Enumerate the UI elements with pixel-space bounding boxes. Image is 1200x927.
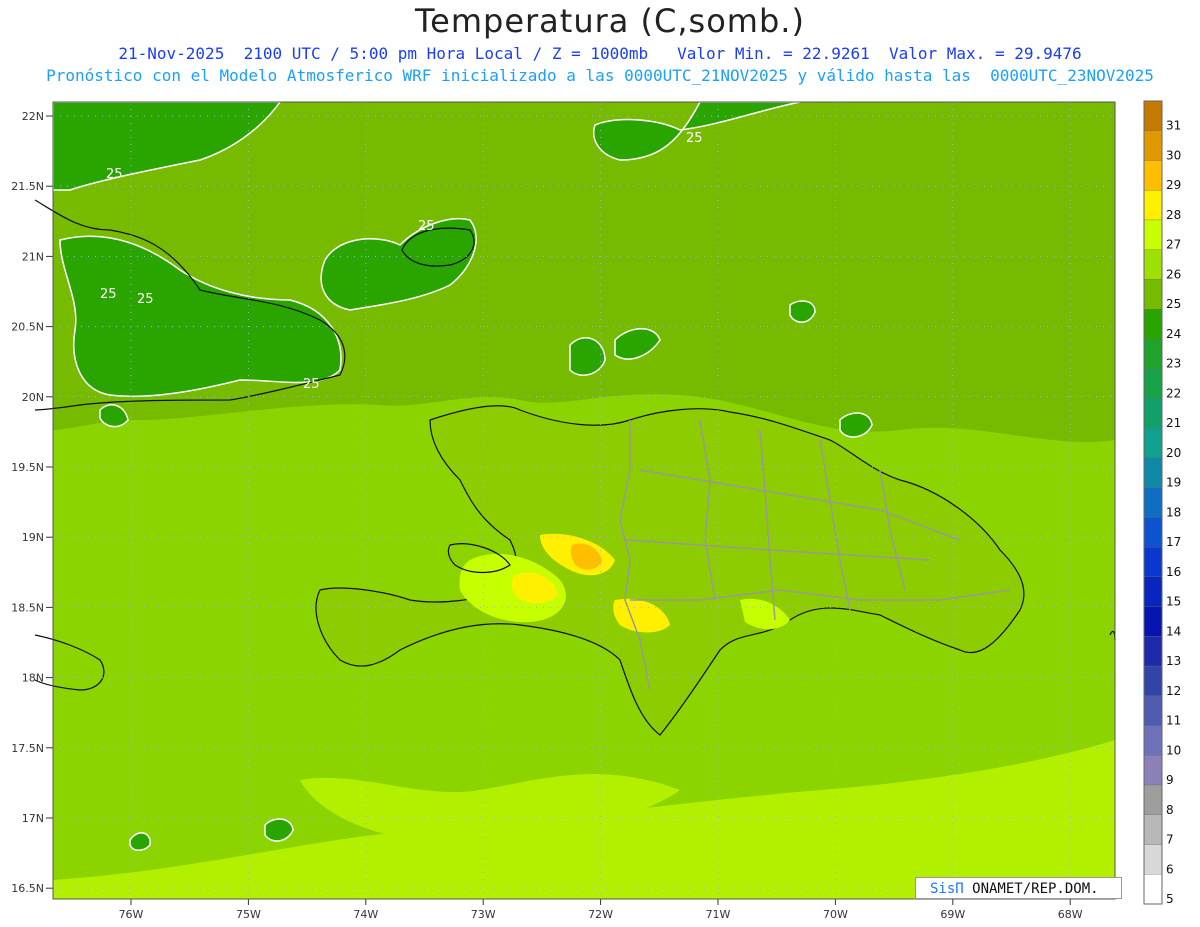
colorbar-tick-18: 18	[1166, 505, 1181, 519]
lon-label-5: 71W	[706, 908, 731, 921]
colorbar-swatch	[1143, 606, 1163, 637]
credit-box: SisΠ ONAMET/REP.DOM.	[915, 877, 1122, 899]
colorbar-tick-27: 27	[1166, 238, 1181, 252]
lat-label-4: 20N	[22, 391, 44, 404]
contour-label-5: 25	[418, 219, 435, 234]
lat-label-2: 21N	[22, 250, 44, 263]
colorbar-tick-29: 29	[1166, 178, 1181, 192]
longitude-labels: 76W 75W 74W 73W 72W 71W 70W 69W 68W	[119, 899, 1083, 921]
colorbar-tick-28: 28	[1166, 208, 1181, 222]
colorbar-swatch	[1143, 725, 1163, 756]
colorbar-swatch	[1143, 368, 1163, 399]
lon-label-3: 73W	[471, 908, 496, 921]
lon-label-4: 72W	[588, 908, 613, 921]
colorbar-swatch	[1143, 427, 1163, 459]
colorbar-swatch	[1143, 576, 1163, 607]
contour-label-1: 25	[106, 167, 123, 182]
latitude-labels: 22N 21.5N 21N 20.5N 20N 19.5N 19N 18.5N 18N 17.5N…	[11, 110, 53, 895]
colorbar-tick-21: 21	[1166, 416, 1181, 430]
lat-label-0: 22N	[22, 110, 44, 123]
lat-label-1: 21.5N	[11, 180, 44, 193]
colorbar-tick-11: 11	[1166, 714, 1181, 728]
lon-label-8: 68W	[1058, 908, 1083, 921]
colorbar-swatch	[1143, 100, 1163, 131]
cool-spot-3	[789, 300, 816, 323]
colorbar-swatch	[1143, 190, 1163, 221]
contour-label-4: 25	[303, 377, 320, 392]
colorbar-tick-9: 9	[1166, 773, 1174, 787]
colorbar-tick-8: 8	[1166, 803, 1174, 817]
lat-label-7: 18.5N	[11, 601, 44, 614]
lat-label-6: 19N	[22, 531, 44, 544]
colorbar-tick-25: 25	[1166, 297, 1181, 311]
colorbar-tick-22: 22	[1166, 386, 1181, 400]
lat-label-3: 20.5N	[11, 321, 44, 334]
colorbar-tick-19: 19	[1166, 476, 1181, 490]
colorbar-tick-23: 23	[1166, 357, 1181, 371]
lon-label-7: 69W	[940, 908, 965, 921]
contour-label-3: 25	[137, 292, 154, 307]
colorbar-swatch	[1143, 130, 1163, 161]
colorbar-swatch	[1143, 695, 1163, 726]
credit-brand: SisΠ	[930, 881, 964, 897]
colorbar-swatch	[1143, 219, 1163, 250]
colorbar-swatch	[1143, 160, 1163, 191]
lat-label-9: 17.5N	[11, 742, 44, 755]
colorbar-swatch	[1143, 665, 1163, 696]
colorbar-swatch	[1143, 636, 1163, 667]
lat-label-5: 19.5N	[11, 461, 44, 474]
colorbar-swatch	[1143, 844, 1163, 875]
lat-label-11: 16.5N	[11, 882, 44, 895]
colorbar-swatch	[1143, 457, 1163, 488]
cool-spot-9	[129, 832, 151, 851]
lon-label-2: 74W	[353, 908, 378, 921]
colorbar-tick-24: 24	[1166, 327, 1181, 341]
colorbar-tick-15: 15	[1166, 595, 1181, 609]
colorbar-swatch	[1143, 249, 1163, 280]
colorbar-swatch	[1143, 487, 1163, 518]
colorbar-swatch	[1143, 517, 1163, 548]
colorbar-swatch	[1143, 874, 1163, 905]
colorbar-tick-26: 26	[1166, 267, 1181, 281]
colorbar-swatch	[1143, 814, 1163, 845]
temperature-map: 25 25 25 25 25 25 22N 21.5N 21N 20.5N 20N 19.…	[11, 100, 1181, 921]
colorbar-tick-30: 30	[1166, 148, 1181, 162]
colorbar-swatch	[1143, 546, 1163, 578]
contour-label-2: 25	[100, 287, 117, 302]
colorbar-swatch	[1143, 784, 1163, 815]
colorbar-tick-31: 31	[1166, 119, 1181, 133]
colorbar-swatch	[1143, 338, 1163, 369]
lat-label-10: 17N	[22, 812, 44, 825]
lon-label-1: 75W	[236, 908, 261, 921]
colorbar-tick-5: 5	[1166, 892, 1174, 906]
colorbar-tick-12: 12	[1166, 684, 1181, 698]
colorbar-swatch	[1143, 279, 1163, 310]
colorbar-swatch	[1143, 398, 1163, 429]
lat-label-8: 18N	[22, 672, 44, 685]
colorbar-tick-7: 7	[1166, 833, 1174, 847]
cool-spot-1	[569, 337, 606, 376]
credit-text: ONAMET/REP.DOM.	[963, 881, 1099, 897]
colorbar-swatch	[1143, 309, 1163, 340]
colorbar-swatch	[1143, 755, 1163, 786]
contour-label-6: 25	[686, 131, 703, 146]
colorbar-tick-6: 6	[1166, 862, 1174, 876]
colorbar-tick-13: 13	[1166, 654, 1181, 668]
lon-label-6: 70W	[823, 908, 848, 921]
colorbar-tick-14: 14	[1166, 624, 1181, 638]
colorbar-tick-16: 16	[1166, 565, 1181, 579]
colorbar-tick-17: 17	[1166, 535, 1181, 549]
colorbar-tick-20: 20	[1166, 446, 1181, 460]
colorbar: 31 30 29 28 27 26 25 24 23 22 21 20 19 18 17 16 15 14 13 12…	[1143, 100, 1181, 906]
colorbar-tick-10: 10	[1166, 743, 1181, 757]
lon-label-0: 76W	[119, 908, 144, 921]
